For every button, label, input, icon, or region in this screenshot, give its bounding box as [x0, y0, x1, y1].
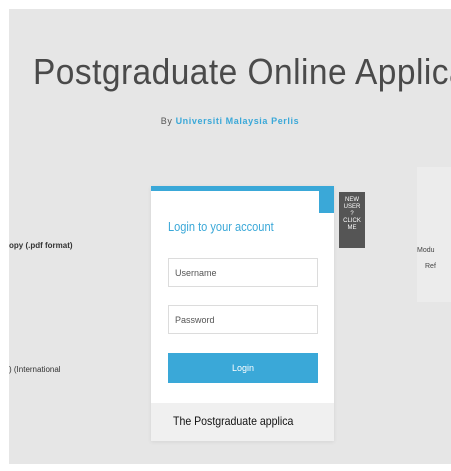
new-user-line-5: ME	[347, 225, 357, 231]
card-corner-tab	[319, 186, 334, 213]
password-input[interactable]	[168, 305, 318, 334]
new-user-line-2: USER	[343, 204, 361, 210]
university-link[interactable]: Universiti Malaysia Perlis	[176, 116, 300, 126]
page-title: Postgraduate Online Application	[33, 51, 451, 92]
page-background: Postgraduate Online Application By Unive…	[9, 9, 451, 464]
right-panel-text-2: Ref	[425, 263, 436, 270]
login-heading: Login to your account	[168, 219, 274, 234]
login-card: Login to your account Login The Postgrad…	[151, 186, 334, 441]
card-footer: The Postgraduate applica	[151, 403, 334, 441]
byline: By Universiti Malaysia Perlis	[9, 116, 451, 126]
new-user-line-3: ?	[350, 211, 354, 217]
right-panel-text-1: Modu	[417, 247, 435, 254]
side-text-international: ) (International	[9, 365, 61, 374]
card-footer-text: The Postgraduate applica	[173, 414, 294, 428]
card-accent-bar	[151, 186, 319, 191]
username-input[interactable]	[168, 258, 318, 287]
login-button[interactable]: Login	[168, 353, 318, 383]
new-user-line-4: CLICK	[343, 218, 361, 224]
new-user-button[interactable]: NEW USER ? CLICK ME	[339, 192, 365, 248]
side-text-pdf-format: opy (.pdf format)	[9, 241, 73, 250]
new-user-line-1: NEW	[345, 197, 359, 203]
byline-prefix: By	[160, 116, 173, 126]
right-info-panel: Modu Ref	[417, 167, 451, 302]
